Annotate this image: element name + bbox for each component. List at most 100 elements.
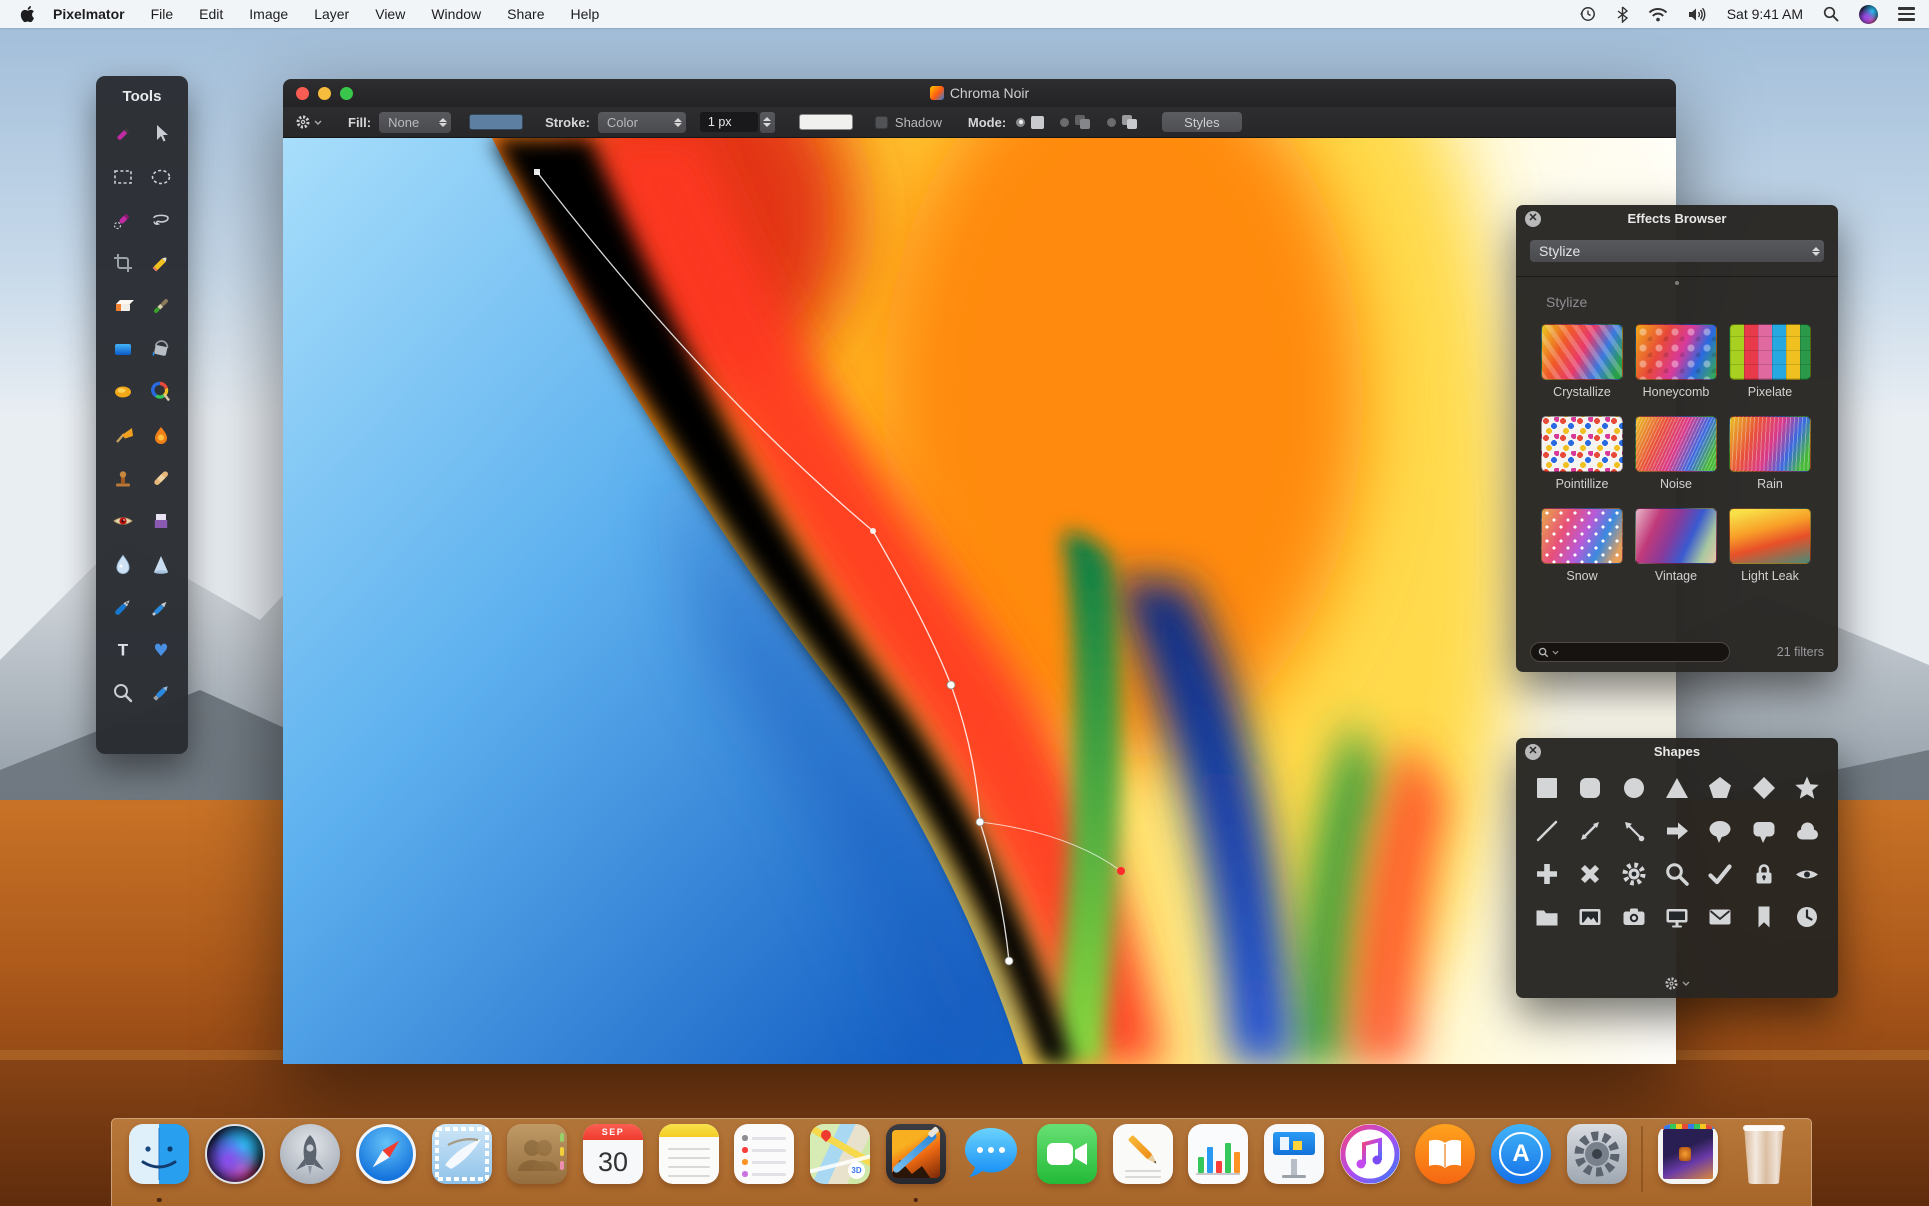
tool-color[interactable] (144, 375, 178, 409)
tool-crop[interactable] (106, 246, 140, 280)
menu-view[interactable]: View (375, 6, 405, 22)
close-icon[interactable]: ✕ (1525, 743, 1541, 760)
volume-icon[interactable] (1688, 7, 1707, 22)
stroke-width-field[interactable]: 1 px (699, 112, 758, 132)
effects-search-input[interactable] (1562, 645, 1712, 659)
dock-messages[interactable] (960, 1124, 1022, 1204)
mode-single-radio[interactable] (1016, 117, 1026, 127)
dock-app-store[interactable]: A (1490, 1124, 1552, 1204)
tool-stamp[interactable] (106, 461, 140, 495)
tool-gradient[interactable] (106, 332, 140, 366)
dock-keynote[interactable] (1263, 1124, 1325, 1204)
tool-brush[interactable] (144, 289, 178, 323)
shape-speech-rect[interactable] (1747, 814, 1781, 848)
dock-siri[interactable] (204, 1124, 266, 1204)
dock-finder[interactable] (128, 1124, 190, 1204)
dock-launchpad[interactable] (279, 1124, 341, 1204)
fill-color-swatch[interactable] (469, 114, 524, 130)
mode-subtract-icon[interactable] (1122, 115, 1138, 129)
shape-camera[interactable] (1617, 900, 1651, 934)
shape-star[interactable] (1790, 771, 1824, 805)
menu-share[interactable]: Share (507, 6, 544, 22)
tool-red-eye[interactable] (106, 504, 140, 538)
mode-add-radio[interactable] (1060, 117, 1070, 127)
shapes-header[interactable]: ✕ Shapes (1516, 738, 1838, 765)
siri-icon[interactable] (1859, 4, 1878, 24)
tool-options-gear[interactable] (295, 114, 322, 130)
menu-file[interactable]: File (151, 6, 174, 22)
menu-layer[interactable]: Layer (314, 6, 349, 22)
effect-vintage[interactable]: Vintage (1635, 508, 1717, 583)
effects-header[interactable]: ✕ Effects Browser (1516, 205, 1838, 232)
canvas[interactable] (283, 138, 1676, 1064)
shape-gear[interactable] (1617, 857, 1651, 891)
close-icon[interactable]: ✕ (1525, 210, 1541, 227)
tool-zoom[interactable] (106, 676, 140, 710)
shape-line[interactable] (1530, 814, 1564, 848)
shape-arrow-right[interactable] (1660, 814, 1694, 848)
effect-crystallize[interactable]: Crystallize (1541, 324, 1623, 399)
tool-sharpen[interactable] (144, 504, 178, 538)
dock-reminders[interactable] (733, 1124, 795, 1204)
dock-trash[interactable] (1733, 1124, 1795, 1204)
menu-help[interactable]: Help (570, 6, 599, 22)
active-app-name[interactable]: Pixelmator (53, 6, 125, 22)
fill-dropdown[interactable]: None (379, 111, 452, 133)
shape-eye[interactable] (1790, 857, 1824, 891)
window-titlebar[interactable]: Chroma Noir (283, 79, 1676, 107)
pen-path-overlay[interactable] (283, 138, 1676, 1064)
mode-subtract-radio[interactable] (1107, 117, 1117, 127)
tool-freeform-pen[interactable] (144, 590, 178, 624)
shape-bookmark[interactable] (1747, 900, 1781, 934)
menu-edit[interactable]: Edit (199, 6, 223, 22)
effect-light-leak[interactable]: Light Leak (1729, 508, 1811, 583)
effects-category-dropdown[interactable]: Stylize (1530, 240, 1824, 262)
dock-pixelmator[interactable] (885, 1124, 947, 1204)
tool-eraser[interactable] (106, 289, 140, 323)
shape-speech-bubble[interactable] (1703, 814, 1737, 848)
tool-eyedropper[interactable] (144, 676, 178, 710)
tool-move[interactable] (106, 117, 140, 151)
effect-pixelate[interactable]: Pixelate (1729, 324, 1811, 399)
shape-envelope[interactable] (1703, 900, 1737, 934)
styles-button[interactable]: Styles (1162, 112, 1242, 132)
dock-numbers[interactable] (1187, 1124, 1249, 1204)
shape-arrow-point[interactable] (1617, 814, 1651, 848)
dock-mail[interactable] (431, 1124, 493, 1204)
menu-image[interactable]: Image (249, 6, 288, 22)
shape-lock[interactable] (1747, 857, 1781, 891)
shapes-settings[interactable] (1516, 976, 1838, 991)
shape-diamond[interactable] (1747, 771, 1781, 805)
tool-pen[interactable] (106, 590, 140, 624)
notification-center-icon[interactable] (1898, 7, 1915, 21)
dock-facetime[interactable] (1036, 1124, 1098, 1204)
effect-rain[interactable]: Rain (1729, 416, 1811, 491)
menu-bar-clock[interactable]: Sat 9:41 AM (1727, 6, 1803, 22)
tool-burn[interactable] (144, 418, 178, 452)
tool-heal[interactable] (144, 461, 178, 495)
shape-rounded-square[interactable] (1573, 771, 1607, 805)
effect-snow[interactable]: Snow (1541, 508, 1623, 583)
shape-circle[interactable] (1617, 771, 1651, 805)
dock-safari[interactable] (355, 1124, 417, 1204)
apple-menu[interactable] (20, 5, 35, 23)
tool-arrow[interactable] (144, 117, 178, 151)
shape-triangle[interactable] (1660, 771, 1694, 805)
bluetooth-icon[interactable] (1617, 5, 1628, 23)
wifi-icon[interactable] (1648, 7, 1668, 22)
tool-shape[interactable]: ♥ (144, 633, 178, 667)
effects-search-field[interactable] (1530, 642, 1730, 662)
shadow-checkbox[interactable] (874, 115, 888, 129)
effect-honeycomb[interactable]: Honeycomb (1635, 324, 1717, 399)
zoom-button[interactable] (340, 86, 353, 100)
dock-notes[interactable] (658, 1124, 720, 1204)
shape-arrow-double[interactable] (1573, 814, 1607, 848)
dock-calendar[interactable]: SEP 30 (582, 1124, 644, 1204)
shape-clock[interactable] (1790, 900, 1824, 934)
stroke-width-stepper[interactable] (759, 111, 775, 133)
shape-folder[interactable] (1530, 900, 1564, 934)
minimize-button[interactable] (318, 86, 331, 100)
shape-cloud[interactable] (1790, 814, 1824, 848)
tool-lasso[interactable] (144, 203, 178, 237)
tool-cone[interactable] (144, 547, 178, 581)
